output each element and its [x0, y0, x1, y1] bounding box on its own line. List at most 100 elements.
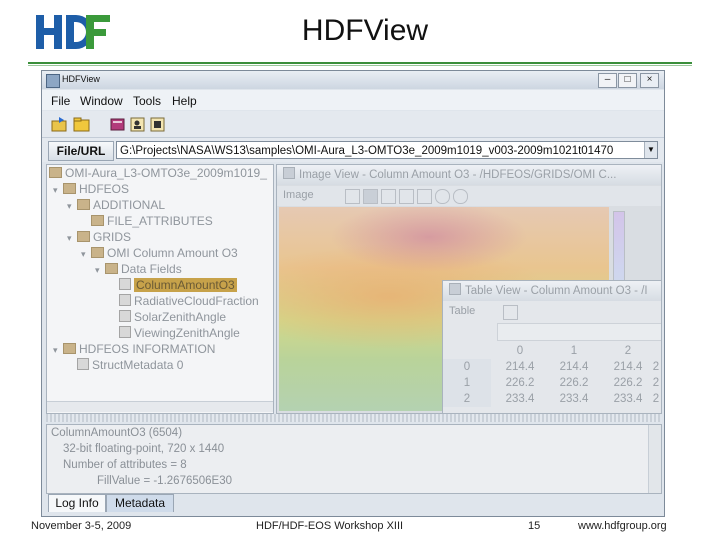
table-cell[interactable]: 214.4 — [493, 359, 547, 375]
app-icon — [46, 74, 60, 88]
palette-icon[interactable] — [363, 189, 378, 204]
table-cell[interactable]: 2 — [651, 359, 661, 375]
tree-item[interactable]: ▾ GRIDS — [67, 229, 131, 245]
file-url-button[interactable]: File/URL — [48, 141, 114, 161]
column-header[interactable]: 0 — [493, 343, 547, 359]
zoom-out-icon[interactable] — [453, 189, 468, 204]
pane-splitter[interactable] — [46, 414, 660, 422]
tab-metadata[interactable]: Metadata — [106, 494, 174, 512]
image-view-titlebar[interactable]: Image View - Column Amount O3 - /HDFEOS/… — [277, 165, 661, 185]
table-cell[interactable]: 233.4 — [493, 391, 547, 407]
footer-page-number: 15 — [528, 520, 541, 532]
log-vertical-scrollbar[interactable] — [648, 425, 661, 493]
table-cell[interactable]: 233.4 — [547, 391, 601, 407]
expander-icon[interactable]: ▾ — [95, 262, 105, 278]
tree-item[interactable]: ▾ HDFEOS INFORMATION — [53, 341, 215, 357]
log-line: ColumnAmountO3 (6504) — [51, 427, 183, 439]
table-menu[interactable]: Table — [449, 305, 475, 317]
footer-url: www.hdfgroup.org — [578, 520, 667, 532]
slide-title: HDFView — [301, 14, 429, 47]
tree-item[interactable]: ▾ Data Fields — [95, 261, 182, 277]
histogram-icon[interactable] — [345, 189, 360, 204]
column-header[interactable]: 1 — [547, 343, 601, 359]
folder-icon — [63, 343, 76, 354]
tree-item[interactable]: OMI-Aura_L3-OMTO3e_2009m1019_ — [49, 165, 267, 181]
cell-value-field[interactable] — [497, 323, 661, 341]
menu-help[interactable]: Help — [172, 94, 197, 108]
contour-icon[interactable] — [381, 189, 396, 204]
table-view-toolbar: Table — [443, 302, 661, 322]
folder-icon — [91, 247, 104, 258]
tree-item[interactable]: ▾ OMI Column Amount O3 — [81, 245, 238, 261]
log-line: Number of attributes = 8 — [63, 459, 187, 471]
expander-icon[interactable]: ▾ — [53, 182, 63, 198]
tab-log-info[interactable]: Log Info — [48, 494, 106, 512]
tree-item[interactable]: FILE_ATTRIBUTES — [81, 213, 213, 229]
table-cell[interactable]: 226.2 — [547, 375, 601, 391]
maximize-icon[interactable]: □ — [618, 73, 637, 88]
open-file-icon[interactable] — [50, 115, 70, 134]
menu-tools[interactable]: Tools — [133, 94, 161, 108]
help-icon[interactable] — [148, 115, 168, 134]
menubar: File Window Tools Help — [42, 90, 664, 110]
expander-icon[interactable]: ▾ — [67, 230, 77, 246]
chart-icon[interactable] — [503, 305, 518, 320]
file-tree: OMI-Aura_L3-OMTO3e_2009m1019_ ▾ HDFEOS ▾ A… — [46, 164, 274, 414]
expander-icon[interactable]: ▾ — [67, 198, 77, 214]
menu-file[interactable]: File — [51, 94, 70, 108]
header-divider — [28, 62, 692, 64]
hdfview-window: HDFView – □ × File Window Tools Help Fil… — [41, 70, 665, 517]
table-cell[interactable]: 226.2 — [493, 375, 547, 391]
toolbar — [42, 111, 664, 138]
tree-item[interactable]: ▾ HDFEOS — [53, 181, 129, 197]
log-line: FillValue = -1.2676506E30 — [97, 475, 233, 487]
dataset-icon — [119, 310, 131, 322]
row-header[interactable]: 0 — [443, 359, 491, 375]
close-icon[interactable]: × — [640, 73, 659, 88]
users-icon[interactable] — [128, 115, 148, 134]
table-cell[interactable]: 226.2 — [601, 375, 655, 391]
rotate-icon[interactable] — [417, 189, 432, 204]
tree-item[interactable]: ▾ ADDITIONAL — [67, 197, 165, 213]
table-view-title: Table View - Column Amount O3 - /I — [465, 285, 648, 297]
expander-icon[interactable]: ▾ — [53, 342, 63, 358]
flip-icon[interactable] — [399, 189, 414, 204]
info-log-pane: ColumnAmountO3 (6504) 32-bit floating-po… — [46, 424, 662, 494]
tree-item[interactable]: ViewingZenithAngle — [109, 325, 240, 341]
tree-item[interactable]: SolarZenithAngle — [109, 309, 226, 325]
table-cell[interactable]: 233.4 — [601, 391, 655, 407]
minimize-icon[interactable]: – — [598, 73, 617, 88]
tree-item-selected[interactable]: ColumnAmountO3 — [109, 277, 237, 293]
expander-icon[interactable]: ▾ — [81, 246, 91, 262]
folder-icon — [77, 231, 90, 242]
data-table: 0 1 2 0 214.4 214.4 214.4 2 1 226.2 226.… — [443, 343, 661, 413]
column-header[interactable]: 2 — [601, 343, 655, 359]
tree-item[interactable]: RadiativeCloudFraction — [109, 293, 259, 309]
file-icon — [49, 167, 62, 178]
hdf-logo-graphic — [36, 15, 110, 49]
row-header[interactable]: 1 — [443, 375, 491, 391]
file-url-value: G:\Projects\NASA\WS13\samples\OMI-Aura_L… — [120, 145, 614, 157]
open-folder-icon[interactable] — [72, 115, 92, 134]
window-title: HDFView — [62, 74, 100, 84]
image-icon — [283, 167, 295, 179]
chevron-down-icon[interactable]: ▼ — [644, 142, 657, 158]
table-view-titlebar[interactable]: Table View - Column Amount O3 - /I — [443, 281, 661, 301]
book-icon[interactable] — [108, 115, 128, 134]
window-titlebar[interactable]: HDFView – □ × — [42, 71, 664, 89]
zoom-in-icon[interactable] — [435, 189, 450, 204]
table-icon — [449, 283, 461, 295]
table-cell[interactable]: 2 — [651, 375, 661, 391]
tree-item[interactable]: StructMetadata 0 — [67, 357, 183, 373]
file-url-input[interactable]: G:\Projects\NASA\WS13\samples\OMI-Aura_L… — [116, 141, 658, 159]
table-cell[interactable]: 214.4 — [547, 359, 601, 375]
image-menu[interactable]: Image — [283, 189, 314, 201]
table-cell[interactable]: 2 — [651, 391, 661, 407]
dataset-icon — [119, 326, 131, 338]
table-view-window: Table View - Column Amount O3 - /I Table… — [442, 280, 662, 414]
row-header[interactable]: 2 — [443, 391, 491, 407]
menu-window[interactable]: Window — [80, 94, 123, 108]
table-cell[interactable]: 214.4 — [601, 359, 655, 375]
folder-icon — [77, 199, 90, 210]
tree-horizontal-scrollbar[interactable] — [47, 401, 273, 412]
